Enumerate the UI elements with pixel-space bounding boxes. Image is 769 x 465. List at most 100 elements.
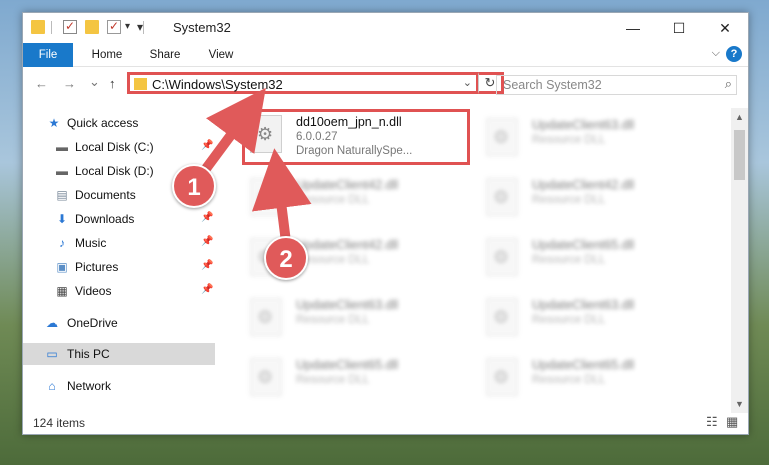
tab-share[interactable]: Share [141, 43, 189, 67]
sidebar-item-quick-access[interactable]: ★ Quick access [23, 112, 215, 134]
tab-home[interactable]: Home [83, 43, 131, 67]
file-version: 6.0.0.27 [296, 131, 338, 143]
minimize-button[interactable]: — [610, 13, 656, 43]
toolbar-dropdown-icon[interactable]: ▾ [125, 21, 130, 32]
pin-icon[interactable]: 📌 [201, 140, 213, 151]
sidebar-item-downloads[interactable]: ⬇ Downloads 📌 [23, 208, 215, 230]
new-folder-icon[interactable] [85, 20, 99, 34]
tab-file[interactable]: File [23, 43, 73, 67]
file-tile[interactable]: UpdateClient63.dll Resource DLL [478, 292, 708, 348]
address-folder-icon [134, 78, 147, 90]
scrollbar-thumb[interactable] [734, 130, 745, 180]
help-icon[interactable]: ? [726, 46, 742, 62]
network-icon: ⌂ [48, 379, 56, 393]
scroll-down-icon[interactable]: ▼ [735, 399, 744, 409]
file-description: Resource DLL [296, 194, 370, 206]
sidebar-item-label: Local Disk (D:) [75, 164, 154, 178]
sidebar-item-pictures[interactable]: ▣ Pictures 📌 [23, 256, 215, 278]
recent-locations-button[interactable]: ⌄ [89, 74, 100, 90]
pin-icon[interactable]: 📌 [201, 260, 213, 271]
pin-icon[interactable]: 📌 [201, 236, 213, 247]
address-path[interactable]: C:\Windows\System32 [152, 77, 283, 92]
file-tile[interactable]: UpdateClient65.dll Resource DLL [478, 352, 708, 408]
dll-file-icon [250, 358, 282, 396]
dll-file-icon [486, 298, 518, 336]
address-bar[interactable]: C:\Windows\System32 ⌄ [127, 72, 479, 94]
folder-icon [31, 20, 45, 34]
file-tile-selected[interactable]: dd10oem_jpn_n.dll 6.0.0.27 Dragon Natura… [242, 109, 470, 165]
details-view-icon[interactable]: ☷ [706, 415, 720, 429]
sidebar-item-label: Local Disk (C:) [75, 140, 154, 154]
step-badge-2: 2 [264, 236, 308, 280]
sidebar-item-music[interactable]: ♪ Music 📌 [23, 232, 215, 254]
music-icon: ♪ [59, 236, 65, 250]
dll-file-icon [250, 178, 282, 216]
sidebar-item-label: Network [67, 379, 112, 393]
sidebar-item-label: Music [75, 236, 107, 250]
sidebar-item-this-pc[interactable]: ▭ This PC [23, 343, 215, 365]
tiles-view-icon[interactable]: ▦ [726, 415, 740, 429]
sidebar-item-videos[interactable]: ▦ Videos 📌 [23, 280, 215, 302]
back-button[interactable]: ← [35, 76, 48, 91]
address-dropdown-button[interactable]: ⌄ [463, 76, 472, 89]
downloads-icon: ⬇ [56, 212, 68, 226]
file-description: Resource DLL [532, 134, 606, 146]
file-name: UpdateClient63.dll [532, 118, 635, 132]
up-button[interactable]: ↑ [109, 76, 116, 91]
navigation-pane: ★ Quick access ▬ Local Disk (C:) 📌 ▬ Loc… [23, 108, 215, 413]
sidebar-item-label: Documents [75, 188, 136, 202]
file-name: UpdateClient65.dll [532, 238, 635, 252]
sidebar-item-onedrive[interactable]: ☁ OneDrive [23, 312, 215, 334]
sidebar-item-local-disk-c[interactable]: ▬ Local Disk (C:) 📌 [23, 136, 215, 158]
file-name: UpdateClient63.dll [296, 298, 399, 312]
file-tile[interactable]: UpdateClient42.dll Resource DLL [242, 172, 472, 228]
pictures-icon: ▣ [56, 260, 68, 274]
title-separator [143, 21, 144, 34]
dll-file-icon [250, 298, 282, 336]
file-name: UpdateClient63.dll [532, 298, 635, 312]
file-tile[interactable]: UpdateClient65.dll Resource DLL [242, 352, 472, 408]
dll-file-icon [250, 115, 282, 153]
file-tile[interactable]: UpdateClient65.dll Resource DLL [478, 232, 708, 288]
dll-file-icon [486, 238, 518, 276]
forward-button[interactable]: → [63, 76, 76, 91]
cloud-icon: ☁ [46, 316, 58, 330]
qa-menu-icon[interactable]: ▾ [137, 20, 143, 34]
window-title: System32 [173, 20, 231, 35]
pin-icon[interactable]: 📌 [201, 212, 213, 223]
sidebar-item-network[interactable]: ⌂ Network [23, 375, 215, 397]
maximize-button[interactable]: ☐ [656, 13, 702, 43]
search-input[interactable]: Search System32 ⌕ [496, 75, 737, 95]
file-tile[interactable]: UpdateClient63.dll Resource DLL [478, 112, 708, 168]
item-count: 124 items [33, 416, 86, 430]
file-name: UpdateClient65.dll [296, 358, 399, 372]
close-button[interactable]: ✕ [702, 13, 748, 43]
file-name: UpdateClient42.dll [296, 238, 399, 252]
vertical-scrollbar[interactable]: ▲ ▼ [731, 108, 748, 413]
properties-icon[interactable] [63, 19, 77, 34]
sidebar-item-label: Videos [75, 284, 112, 298]
file-description: Resource DLL [532, 194, 606, 206]
quick-access-separator [51, 21, 52, 34]
search-placeholder: Search System32 [503, 78, 602, 92]
ribbon: File Home Share View ⌵ ? [23, 43, 748, 67]
sidebar-item-label: This PC [67, 347, 110, 361]
tab-view[interactable]: View [199, 43, 243, 67]
file-tile[interactable]: UpdateClient63.dll Resource DLL [242, 292, 472, 348]
file-description: Resource DLL [532, 254, 606, 266]
sidebar-item-label: Downloads [75, 212, 135, 226]
search-icon[interactable]: ⌕ [725, 76, 732, 92]
file-description: Resource DLL [532, 314, 606, 326]
expand-ribbon-icon[interactable]: ⌵ [712, 47, 720, 60]
status-bar: 124 items ☷ ▦ [23, 412, 748, 434]
file-description: Dragon NaturallySpe... [296, 145, 413, 157]
customize-toolbar-icon[interactable] [107, 19, 121, 34]
dll-file-icon [486, 118, 518, 156]
scroll-up-icon[interactable]: ▲ [735, 112, 744, 122]
file-description: Resource DLL [296, 314, 370, 326]
file-tile[interactable]: UpdateClient42.dll Resource DLL [478, 172, 708, 228]
file-explorer-window: ▾ ▾ System32 — ☐ ✕ File Home Share View … [22, 12, 749, 435]
pin-icon[interactable]: 📌 [201, 284, 213, 295]
sidebar-item-label: Pictures [75, 260, 119, 274]
star-icon: ★ [48, 116, 60, 130]
